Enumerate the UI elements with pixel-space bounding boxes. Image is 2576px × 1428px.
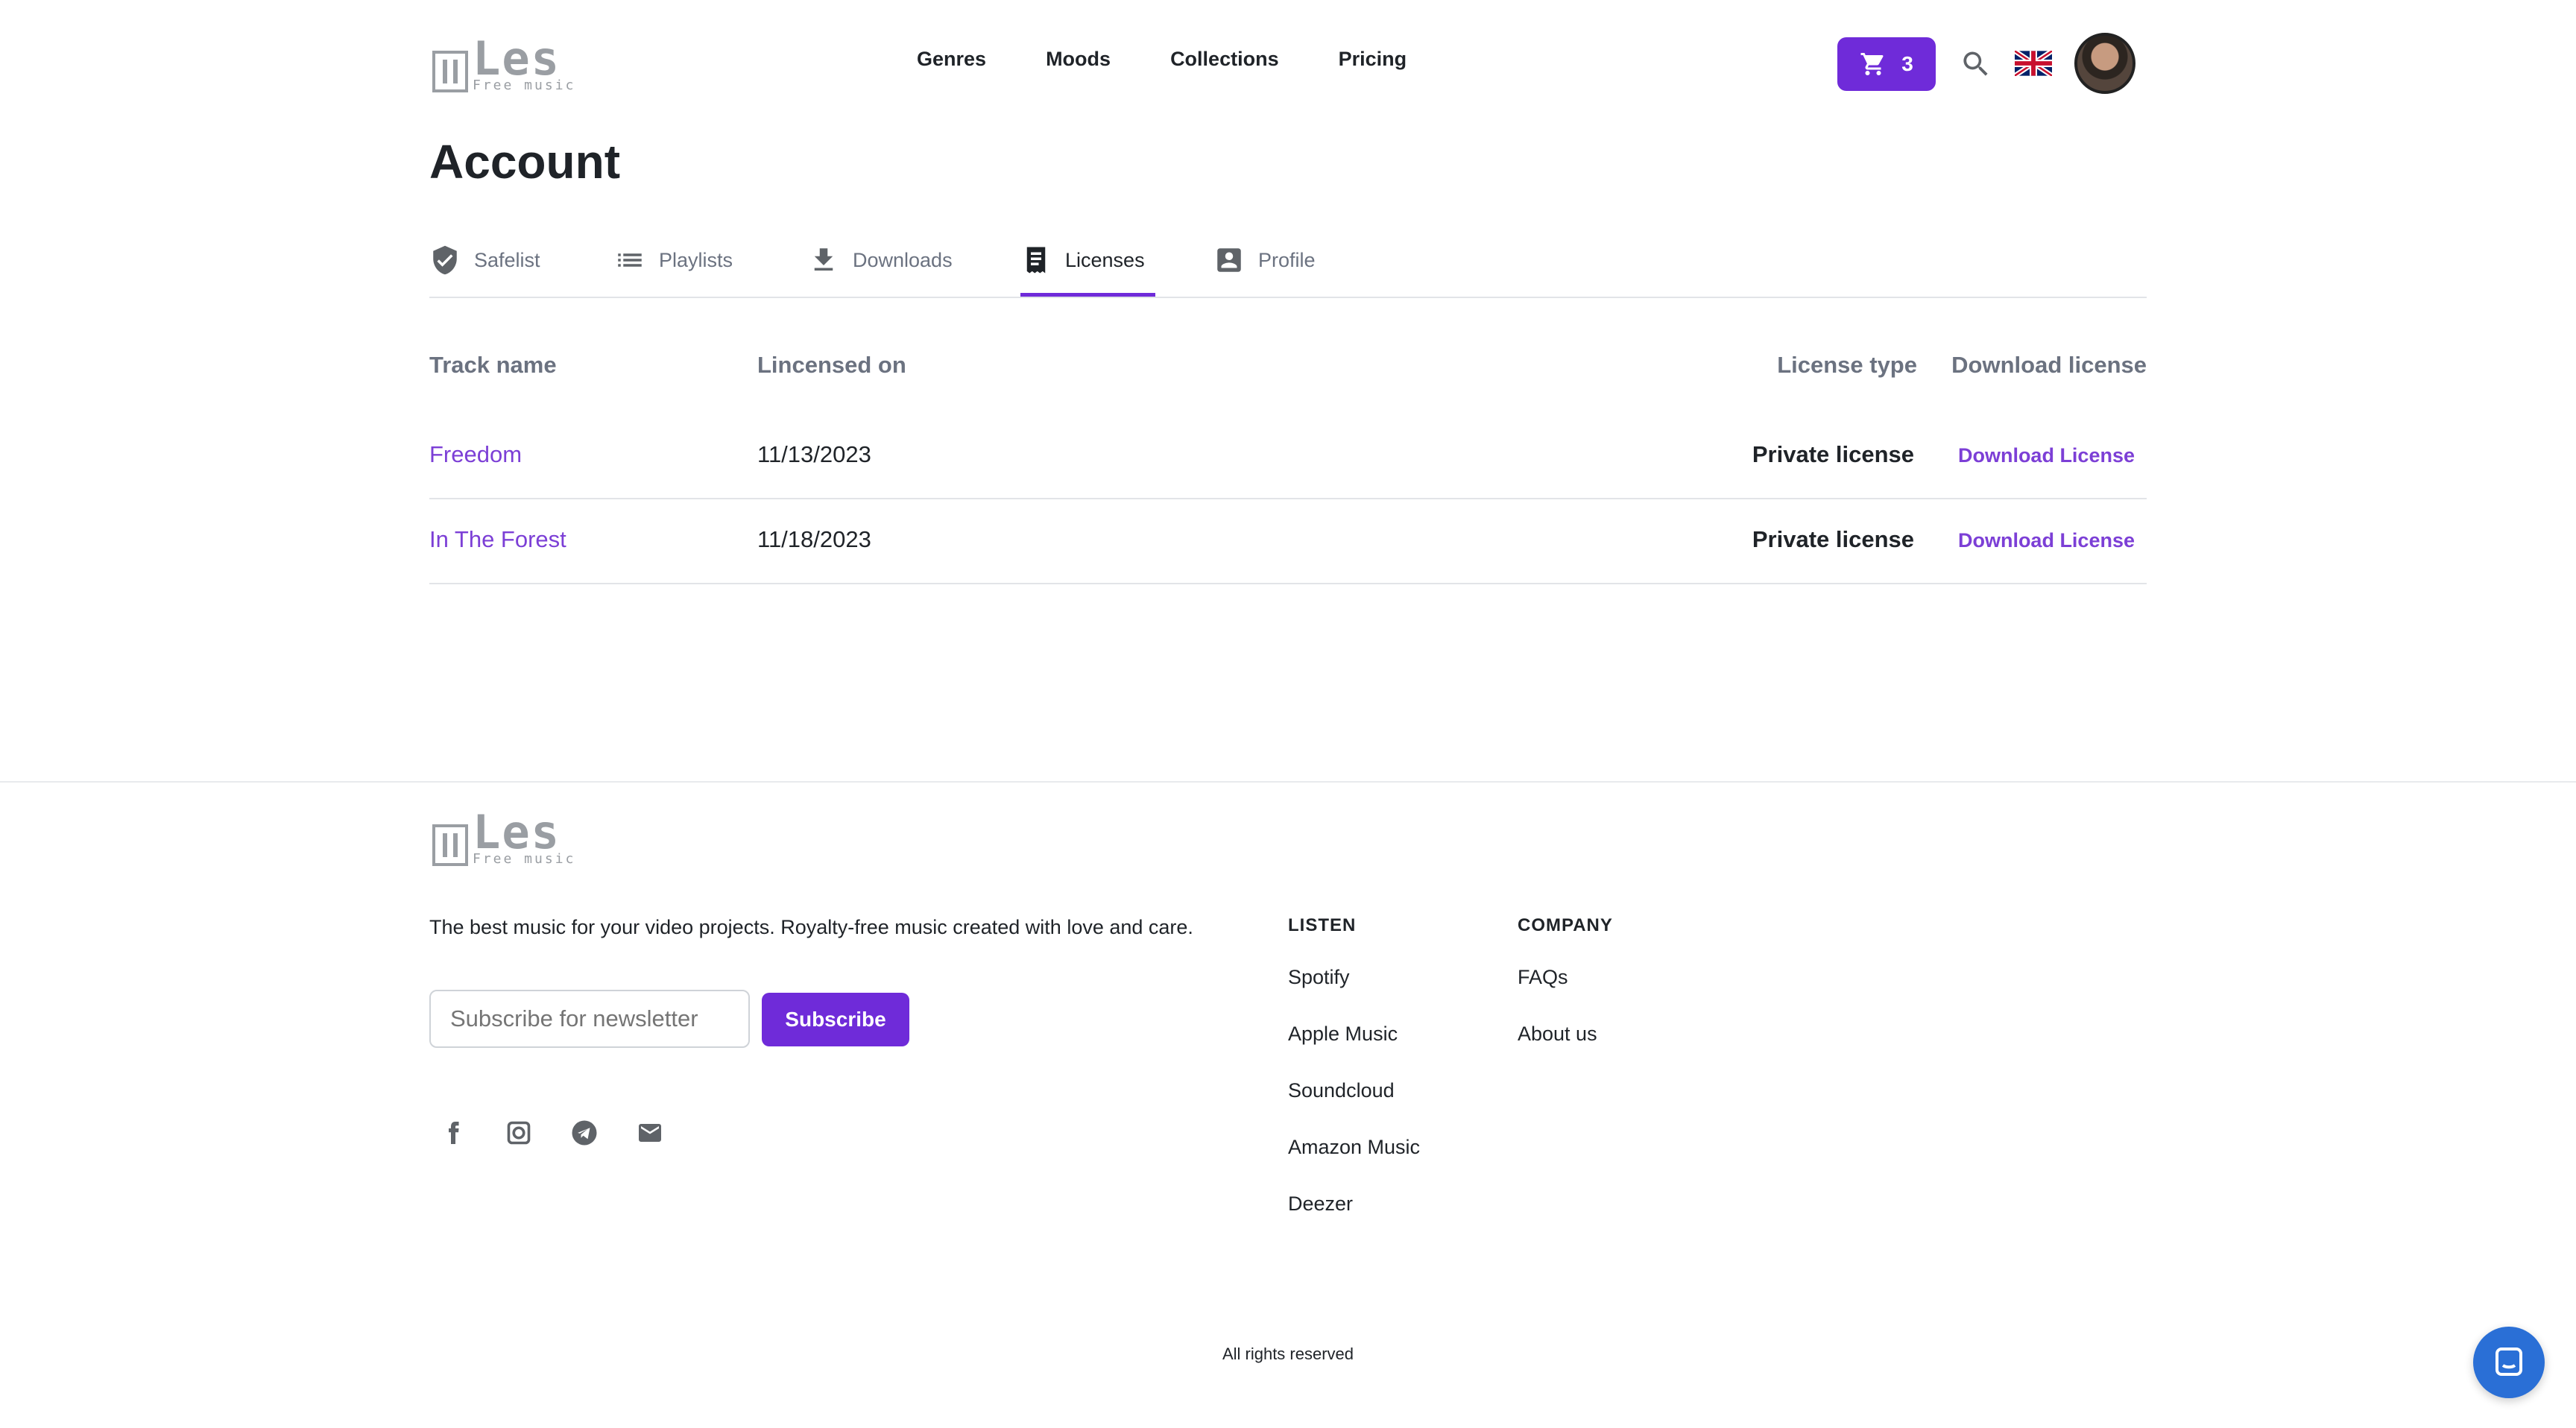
logo-mark: [432, 824, 468, 866]
profile-icon: [1217, 248, 1241, 272]
site-logo[interactable]: Les Free music: [432, 36, 575, 92]
track-link[interactable]: Freedom: [429, 441, 522, 468]
row-divider: [429, 583, 2147, 584]
nav-pricing[interactable]: Pricing: [1339, 48, 1407, 71]
tab-label: Downloads: [853, 249, 953, 271]
list-icon: [618, 253, 642, 267]
instagram-icon[interactable]: [505, 1119, 532, 1146]
licensed-date: 11/13/2023: [757, 441, 871, 467]
tab-label: Licenses: [1065, 249, 1145, 271]
facebook-icon[interactable]: [440, 1119, 467, 1146]
shield-check-icon: [433, 245, 457, 275]
tab-playlists[interactable]: Playlists: [614, 238, 733, 297]
footer-logo[interactable]: Les Free music: [432, 809, 575, 866]
footer-link-faqs[interactable]: FAQs: [1518, 966, 1568, 989]
copyright-text: All rights reserved: [1222, 1345, 1354, 1363]
cart-count: 3: [1901, 52, 1913, 75]
logo-word: Les: [473, 31, 561, 86]
nav-moods[interactable]: Moods: [1046, 48, 1111, 71]
main-nav: Genres Moods Collections Pricing: [917, 48, 1407, 71]
email-icon[interactable]: [637, 1119, 663, 1146]
search-icon: [1963, 51, 1988, 76]
footer-description: The best music for your video projects. …: [429, 916, 1193, 938]
chat-icon: [2496, 1348, 2522, 1376]
language-selector[interactable]: [2015, 49, 2052, 78]
footer-link-soundcloud[interactable]: Soundcloud: [1288, 1079, 1395, 1102]
chat-launcher[interactable]: [2473, 1327, 2545, 1398]
license-type: Private license: [1752, 441, 1914, 467]
logo-mark: [432, 51, 468, 92]
cart-button[interactable]: 3: [1837, 37, 1936, 91]
account-tabs: Safelist Playlists Downloads Licenses Pr…: [429, 238, 2147, 298]
download-license-link[interactable]: Download License: [1958, 444, 2135, 467]
cart-icon: [1860, 53, 1884, 75]
header-license-type: License type: [1777, 352, 1917, 378]
search-button[interactable]: [1958, 46, 1994, 82]
company-heading: COMPANY: [1518, 915, 1613, 935]
tab-label: Playlists: [659, 249, 733, 271]
logo-word: Les: [473, 805, 561, 859]
receipt-icon: [1026, 247, 1046, 274]
footer-link-spotify[interactable]: Spotify: [1288, 966, 1350, 989]
tab-downloads[interactable]: Downloads: [808, 238, 953, 297]
track-link[interactable]: In The Forest: [429, 526, 566, 553]
footer-link-apple-music[interactable]: Apple Music: [1288, 1023, 1398, 1046]
tab-label: Profile: [1258, 249, 1316, 271]
license-type: Private license: [1752, 526, 1914, 552]
nav-genres[interactable]: Genres: [917, 48, 986, 71]
licensed-date: 11/18/2023: [757, 526, 871, 552]
download-license-link[interactable]: Download License: [1958, 529, 2135, 552]
social-links: [440, 1119, 663, 1146]
user-avatar[interactable]: [2074, 33, 2135, 94]
page-title: Account: [429, 135, 620, 189]
download-icon: [814, 248, 833, 271]
telegram-icon[interactable]: [571, 1119, 598, 1146]
footer-link-deezer[interactable]: Deezer: [1288, 1192, 1353, 1216]
listen-heading: LISTEN: [1288, 915, 1357, 935]
subscribe-button[interactable]: Subscribe: [762, 993, 909, 1046]
footer-divider: [0, 781, 2576, 783]
tab-licenses[interactable]: Licenses: [1020, 238, 1155, 297]
uk-flag-icon: [2015, 51, 2052, 76]
header-licensed-on: Lincensed on: [757, 352, 906, 378]
logo-sub: Free music: [473, 851, 576, 867]
header-download-license: Download license: [1951, 352, 2147, 378]
tab-safelist[interactable]: Safelist: [429, 238, 540, 297]
page: Les Free music Genres Moods Collections …: [0, 0, 2576, 1428]
newsletter-input[interactable]: [429, 990, 750, 1048]
footer-link-about-us[interactable]: About us: [1518, 1023, 1597, 1046]
nav-collections[interactable]: Collections: [1170, 48, 1279, 71]
tab-profile[interactable]: Profile: [1213, 238, 1316, 297]
header-track-name: Track name: [429, 352, 557, 378]
footer-link-amazon-music[interactable]: Amazon Music: [1288, 1136, 1420, 1159]
tab-label: Safelist: [474, 249, 540, 271]
row-divider: [429, 498, 2147, 499]
logo-sub: Free music: [473, 78, 576, 93]
